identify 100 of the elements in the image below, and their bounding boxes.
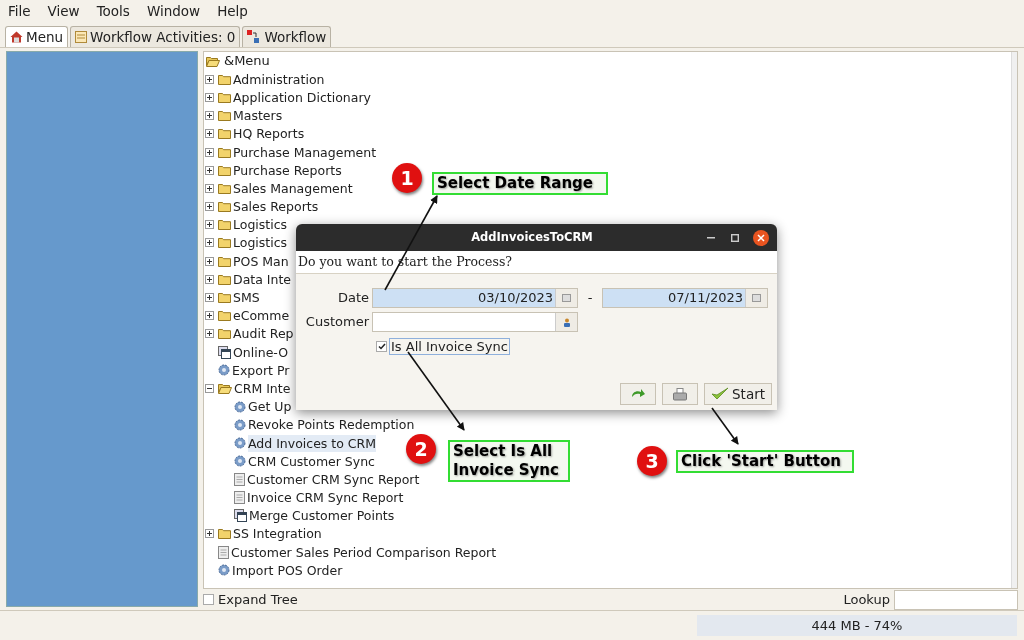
menu-item[interactable]: View xyxy=(47,0,80,22)
lookup-label: Lookup xyxy=(843,590,890,609)
start-button[interactable]: Start xyxy=(704,383,772,405)
folder-icon xyxy=(218,182,231,194)
maximize-icon[interactable] xyxy=(731,233,739,242)
tree-item[interactable]: Logistics xyxy=(233,234,288,252)
expand-icon[interactable] xyxy=(205,293,214,303)
open-folder-icon xyxy=(206,55,220,67)
tree-item[interactable]: Logistics xyxy=(233,216,288,234)
open-folder-icon xyxy=(218,382,232,394)
memory-indicator: 444 MB - 74% xyxy=(697,615,1017,636)
expand-icon[interactable] xyxy=(205,202,214,212)
menu-item[interactable]: Tools xyxy=(96,0,130,22)
tree-root[interactable]: &Menu xyxy=(224,52,270,71)
folder-icon xyxy=(218,273,231,285)
arrow xyxy=(711,407,739,445)
tab[interactable]: Workflow xyxy=(242,26,332,47)
tree-item[interactable]: HQ Reports xyxy=(233,125,305,143)
expand-icon[interactable] xyxy=(205,329,214,339)
minimize-icon[interactable] xyxy=(707,236,715,239)
folder-icon xyxy=(218,164,231,176)
tab[interactable]: Workflow Activities: 0 xyxy=(70,26,241,47)
tree-item[interactable]: CRM Customer Sync xyxy=(248,452,375,470)
tree-item[interactable]: Export Pr xyxy=(232,361,290,379)
tree-item[interactable]: SS Integration xyxy=(233,525,322,543)
gear-icon xyxy=(234,437,246,450)
checkbox[interactable] xyxy=(376,340,387,352)
printer-icon xyxy=(673,387,687,401)
flow-icon xyxy=(247,30,262,44)
tree-item[interactable]: Online-O xyxy=(233,343,289,361)
tree-item[interactable]: Customer CRM Sync Report xyxy=(247,470,420,488)
list-icon xyxy=(75,31,88,43)
collapse-icon[interactable] xyxy=(205,383,214,393)
scrollbar[interactable] xyxy=(1011,52,1017,588)
tree-item[interactable]: POS Man xyxy=(233,252,289,270)
folder-icon xyxy=(218,91,231,103)
menu-item[interactable]: File xyxy=(8,0,31,22)
date-field[interactable]: 07/11/2023 xyxy=(602,288,768,308)
tree-item[interactable]: Sales Management xyxy=(233,179,353,197)
date-field[interactable]: 03/10/2023 xyxy=(372,288,578,308)
checkbox-label[interactable]: Expand Tree xyxy=(218,589,298,610)
redo-button[interactable] xyxy=(620,383,656,405)
print-button[interactable] xyxy=(662,383,698,405)
lookup-field[interactable] xyxy=(894,589,1018,610)
expand-icon[interactable] xyxy=(205,256,214,266)
expand-icon[interactable] xyxy=(205,92,214,102)
tree-item[interactable]: Audit Rep xyxy=(233,325,294,343)
close-icon[interactable] xyxy=(753,229,769,246)
step-label: Click 'Start' Button xyxy=(676,450,854,473)
tree-item[interactable]: SMS xyxy=(233,289,260,307)
customer-field[interactable] xyxy=(372,312,578,332)
folder-icon xyxy=(218,328,231,340)
range-separator: - xyxy=(586,289,594,308)
expand-icon[interactable] xyxy=(205,220,214,230)
expand-icon[interactable] xyxy=(205,311,214,321)
gear-icon xyxy=(234,418,246,431)
tree-item[interactable]: Import POS Order xyxy=(232,561,343,579)
expand-icon[interactable] xyxy=(205,165,214,175)
tree-item[interactable]: CRM Inte xyxy=(234,379,291,397)
menu-item[interactable]: Window xyxy=(146,0,201,22)
tree-item[interactable]: Invoice CRM Sync Report xyxy=(247,489,404,507)
expand-icon[interactable] xyxy=(205,183,214,193)
expand-icon[interactable] xyxy=(205,274,214,284)
tree-item[interactable]: Get Up xyxy=(248,398,292,416)
menu-item[interactable]: Help xyxy=(217,0,248,22)
tree-item[interactable]: Purchase Management xyxy=(233,143,377,161)
expand-icon[interactable] xyxy=(205,74,214,84)
checkbox[interactable] xyxy=(203,594,214,605)
date-label: Date xyxy=(336,289,370,308)
tree-item[interactable]: Merge Customer Points xyxy=(249,507,395,525)
tree-item[interactable]: Add Invoices to CRM xyxy=(248,434,377,452)
expand-icon[interactable] xyxy=(205,238,214,248)
tree-item[interactable]: Purchase Reports xyxy=(233,161,342,179)
tree-item[interactable]: Customer Sales Period Comparison Report xyxy=(231,543,497,561)
gear-icon xyxy=(234,400,246,413)
tree-item[interactable]: eComme xyxy=(233,307,290,325)
calendar-icon xyxy=(752,294,761,302)
expand-icon[interactable] xyxy=(205,147,214,157)
folder-icon xyxy=(218,110,231,122)
person-button[interactable] xyxy=(555,313,577,331)
tree-item[interactable]: Masters xyxy=(233,107,283,125)
tree-item[interactable]: Application Dictionary xyxy=(233,88,371,106)
step-label: Select Is All Invoice Sync xyxy=(448,440,570,482)
gear-icon xyxy=(218,564,230,577)
window-icon xyxy=(234,509,247,523)
folder-icon xyxy=(218,201,231,213)
expand-icon[interactable] xyxy=(205,529,214,539)
tree-item[interactable]: Data Inte xyxy=(233,270,292,288)
checkbox-label[interactable]: Is All Invoice Sync xyxy=(389,337,510,355)
expand-icon[interactable] xyxy=(205,129,214,139)
gear-icon xyxy=(218,364,230,377)
window-icon xyxy=(218,345,231,359)
folder-icon xyxy=(218,219,231,231)
folder-icon xyxy=(218,255,231,267)
tab[interactable]: Menu xyxy=(5,26,69,47)
tree-item[interactable]: Administration xyxy=(233,70,325,88)
tree-item[interactable]: Sales Reports xyxy=(233,198,319,216)
folder-icon xyxy=(218,310,231,322)
expand-icon[interactable] xyxy=(205,111,214,121)
tree-item[interactable]: Revoke Points Redemption xyxy=(248,416,415,434)
